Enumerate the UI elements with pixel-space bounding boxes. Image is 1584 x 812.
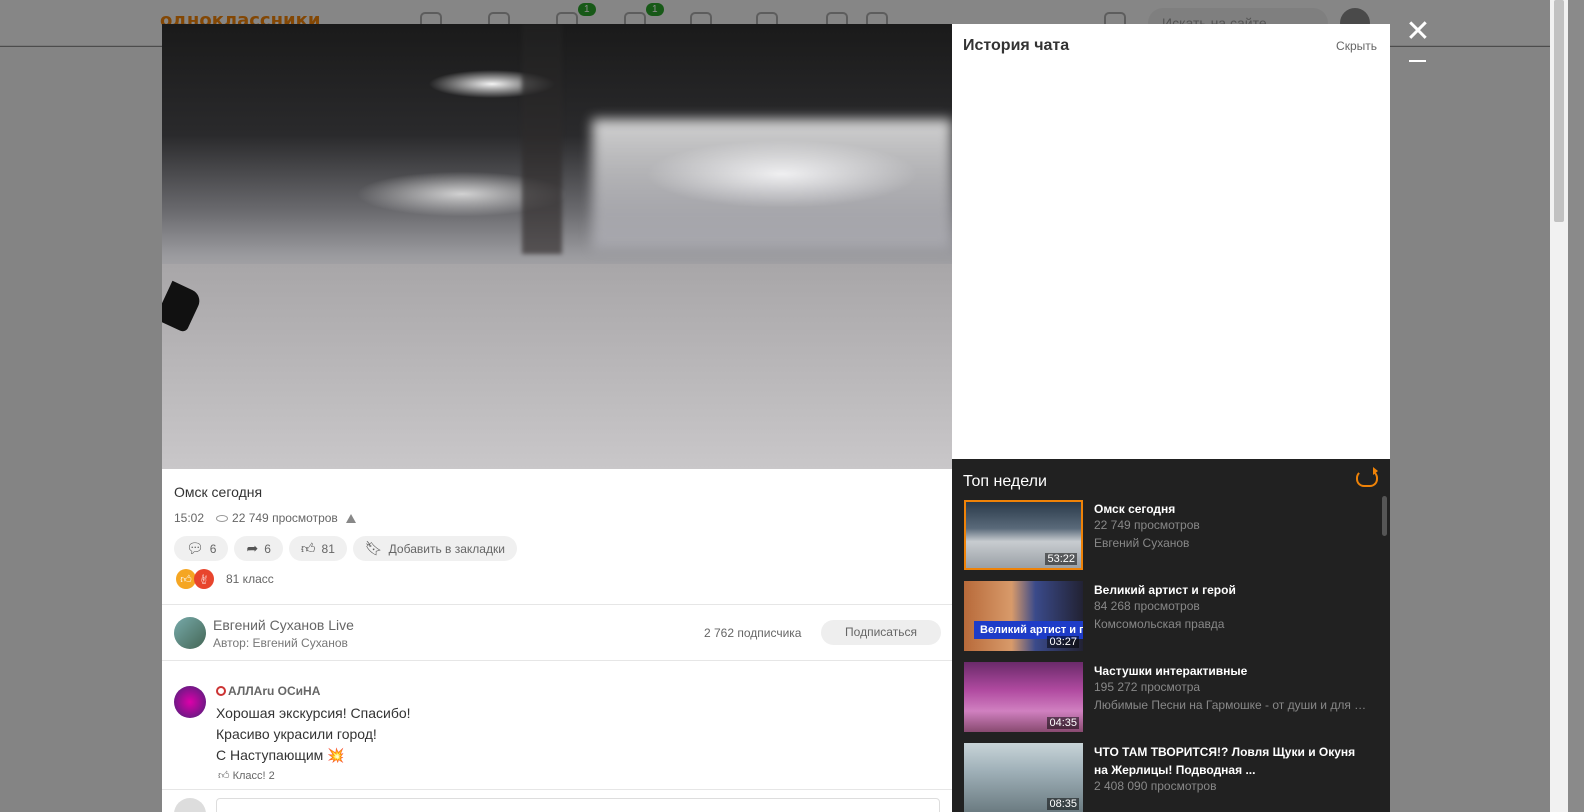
video-thumbnail: 04:35: [964, 662, 1083, 732]
comments-count: 6: [209, 541, 217, 556]
like-reaction-icon: 👍︎: [176, 569, 196, 589]
author-block: Евгений Суханов Live Автор: Евгений Суха…: [174, 617, 941, 655]
video-duration: 04:35: [1047, 717, 1079, 729]
video-thumbnail: Великий артист и герой 03:27: [964, 581, 1083, 651]
reply-avatar: [174, 798, 206, 812]
top-video-item[interactable]: 04:35 Частушки интерактивные 195 272 про…: [964, 662, 1374, 732]
page-scrollbar[interactable]: [1550, 0, 1568, 812]
video-modal: Омск сегодня 15:02 22 749 просмотров 💬︎ …: [162, 24, 1390, 812]
author-subtitle: Автор: Евгений Суханов: [213, 636, 348, 650]
refresh-icon[interactable]: [1356, 467, 1378, 487]
bookmark-label: Добавить в закладки: [388, 541, 505, 556]
comment-like-count: Класс! 2: [232, 770, 275, 782]
comment-like[interactable]: 👍︎ Класс! 2: [218, 769, 275, 782]
video-thumbnail: 08:35: [964, 743, 1083, 812]
comment-icon: 💬︎: [186, 540, 204, 556]
reactions-summary[interactable]: 👍︎ 🤘︎ 81 класс: [176, 569, 274, 589]
report-icon[interactable]: [345, 513, 356, 523]
divider: [162, 604, 952, 605]
video-duration: 53:22: [1045, 553, 1077, 565]
share-button[interactable]: ➦ 6: [234, 536, 283, 561]
top-video-item[interactable]: 53:22 Омск сегодня 22 749 просмотров Евг…: [964, 500, 1374, 570]
chat-panel: История чата Скрыть: [952, 24, 1390, 459]
reply-bar: [162, 789, 952, 812]
video-duration: 03:27: [1047, 636, 1079, 648]
video-item-views: 195 272 просмотра: [1094, 680, 1201, 694]
comment-avatar[interactable]: [174, 686, 206, 718]
eye-icon: [216, 514, 229, 522]
reactions-count: 81 класс: [226, 572, 274, 586]
top-week-panel: Топ недели 53:22 Омск сегодня 22 749 про…: [952, 459, 1390, 812]
top-week-scrollbar[interactable]: [1382, 496, 1387, 536]
video-frame-street: [162, 264, 952, 469]
top-week-title: Топ недели: [963, 473, 1047, 490]
comment-line: С Наступающим 💥: [216, 747, 345, 763]
author-name[interactable]: Евгений Суханов Live: [213, 617, 354, 633]
video-frame-pole: [522, 24, 562, 254]
video-meta: 15:02 22 749 просмотров: [174, 511, 356, 525]
minimize-icon[interactable]: [1409, 60, 1426, 62]
shares-count: 6: [264, 541, 271, 556]
comment-author[interactable]: АЛЛАru ОСиНА: [216, 684, 320, 698]
video-item-views: 2 408 090 просмотров: [1094, 779, 1217, 793]
comments-button[interactable]: 💬︎ 6: [174, 536, 229, 561]
author-avatar[interactable]: [174, 617, 206, 649]
video-views: 22 749 просмотров: [232, 511, 338, 525]
like-button[interactable]: 👍︎ 81: [288, 536, 347, 561]
video-duration: 08:35: [1047, 798, 1079, 810]
bookmark-icon: 🔖︎: [364, 540, 383, 556]
comment-line: Хорошая экскурсия! Спасибо!: [216, 705, 411, 721]
video-frame-lights: [592, 119, 952, 249]
thumbs-up-icon: 👍︎: [300, 540, 316, 556]
video-item-channel: Евгений Суханов: [1094, 536, 1190, 550]
video-title: Омск сегодня: [174, 484, 263, 500]
video-player[interactable]: [162, 24, 952, 469]
video-item-title: Частушки интерактивные: [1094, 664, 1248, 678]
comment-line: Красиво украсили город!: [216, 726, 377, 742]
video-item-title: Омск сегодня: [1094, 502, 1176, 516]
divider: [162, 660, 952, 661]
top-video-item[interactable]: Великий артист и герой 03:27 Великий арт…: [964, 581, 1374, 651]
video-time: 15:02: [174, 511, 205, 525]
video-item-views: 22 749 просмотров: [1094, 518, 1200, 532]
video-item-title: ЧТО ТАМ ТВОРИТСЯ!? Ловля Щуки и Окуня на…: [1094, 745, 1356, 777]
close-icon[interactable]: ✕: [1405, 17, 1431, 47]
video-item-channel: Любимые Песни на Гармошке - от души и дл…: [1094, 698, 1369, 712]
status-ring-icon: [216, 686, 226, 696]
video-actions: 💬︎ 6 ➦ 6 👍︎ 81 🔖︎ Добавить в закладки: [174, 536, 517, 561]
video-thumbnail: 53:22: [964, 500, 1083, 570]
views-block: 22 749 просмотров: [216, 511, 356, 525]
page-scrollbar-thumb[interactable]: [1554, 0, 1564, 222]
bookmark-button[interactable]: 🔖︎ Добавить в закладки: [352, 536, 517, 561]
reply-input[interactable]: [216, 798, 940, 812]
video-item-channel: Комсомольская правда: [1094, 617, 1225, 631]
thumbs-up-icon: 👍︎: [218, 770, 230, 782]
subscribe-button[interactable]: Подписаться: [821, 620, 941, 645]
comment-author-name: АЛЛАru ОСиНА: [228, 684, 321, 698]
video-item-title: Великий артист и герой: [1094, 583, 1236, 597]
subscriber-count: 2 762 подписчика: [704, 626, 802, 640]
chat-hide-button[interactable]: Скрыть: [1336, 39, 1377, 53]
video-item-views: 84 268 просмотров: [1094, 599, 1200, 613]
chat-title: История чата: [963, 37, 1070, 54]
likes-count: 81: [321, 541, 335, 556]
top-video-item[interactable]: 08:35 ЧТО ТАМ ТВОРИТСЯ!? Ловля Щуки и Ок…: [964, 743, 1374, 812]
rock-reaction-icon: 🤘︎: [194, 569, 214, 589]
share-icon: ➦: [246, 540, 259, 556]
